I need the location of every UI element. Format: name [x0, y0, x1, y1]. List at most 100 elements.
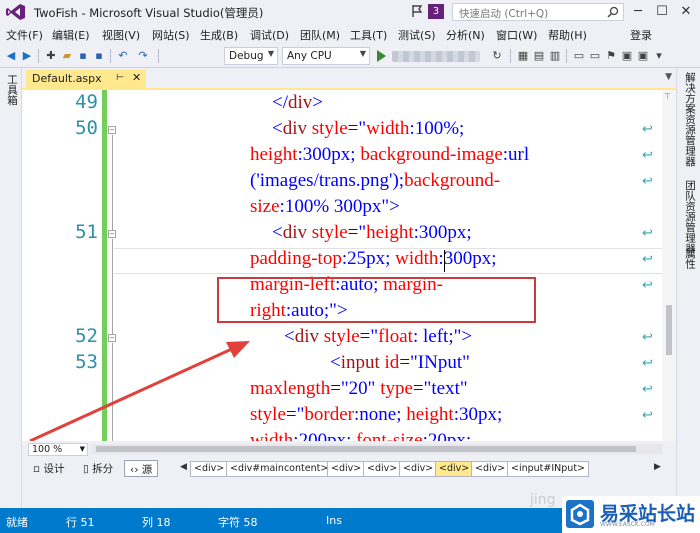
status-column: 列 18	[142, 516, 171, 529]
scroll-thumb[interactable]	[666, 305, 672, 355]
code-editor[interactable]: 49 50 51 52 53 − − − </div> <div style="w…	[22, 90, 676, 441]
breadcrumb-item[interactable]: <div#maincontent>	[226, 461, 333, 477]
view-mode-bar: ▫ 设计 ▯ 拆分 ‹› 源 ◀ <div> <div#maincontent>…	[22, 457, 676, 480]
breadcrumb-item[interactable]: <div>	[471, 461, 510, 477]
toolbar-tool-icon[interactable]: ▥	[548, 49, 562, 63]
scroll-thumb[interactable]	[96, 446, 636, 452]
watermark-faint-text: jing	[530, 492, 556, 508]
new-project-icon[interactable]: ✚	[44, 49, 58, 63]
undo-icon[interactable]: ↶	[116, 49, 130, 63]
save-all-icon[interactable]: ▪	[92, 49, 106, 63]
uncomment-icon[interactable]: ▭	[588, 49, 602, 63]
minimize-icon[interactable]: ─	[628, 3, 648, 21]
horizontal-scrollbar[interactable]	[92, 444, 662, 454]
menu-file[interactable]: 文件(F)	[6, 27, 43, 43]
back-icon[interactable]: ◀	[4, 49, 18, 63]
toolbox-tab[interactable]: 工具箱	[5, 74, 20, 106]
breadcrumb-item[interactable]: <div>	[190, 461, 229, 477]
tab-default-aspx[interactable]: Default.aspx ⊢ ✕	[26, 70, 146, 89]
toolbar-tool-icon[interactable]: ▣	[620, 49, 634, 63]
tab-label: Default.aspx	[32, 72, 102, 85]
design-view-button[interactable]: ▫ 设计	[28, 460, 69, 477]
notification-flag-icon[interactable]	[410, 4, 424, 18]
toolbar-tool-icon[interactable]: ▤	[532, 49, 546, 63]
menu-build[interactable]: 生成(B)	[200, 27, 238, 43]
redo-icon[interactable]: ↷	[136, 49, 150, 63]
site-watermark: 易采站长站 WWW.EASCK.COM	[562, 496, 700, 533]
standard-toolbar: ◀ ▶ ✚ ▰ ▪ ▪ ↶ ↷ Debug ▼ Any CPU ▼ ↻ ▦ ▤ …	[0, 44, 700, 68]
breadcrumb-item[interactable]: <div>	[399, 461, 438, 477]
document-tab-well: Default.aspx ⊢ ✕ ▼	[22, 68, 676, 90]
toolbar-tool-icon[interactable]: ▦	[516, 49, 530, 63]
maximize-icon[interactable]: ☐	[652, 3, 672, 21]
crumb-right-icon[interactable]: ▶	[654, 462, 661, 472]
chevron-down-icon: ▼	[359, 49, 366, 58]
solution-explorer-tab[interactable]: 解决方案资源管理器	[683, 72, 698, 167]
design-label: 设计	[43, 463, 65, 475]
notification-count-badge[interactable]: 3	[428, 4, 444, 19]
watermark-subtext: WWW.EASCK.COM	[600, 521, 655, 528]
menu-help[interactable]: 帮助(H)	[548, 27, 587, 43]
solution-platform-value: Any CPU	[287, 50, 332, 62]
comment-icon[interactable]: ▭	[572, 49, 586, 63]
properties-tab[interactable]: 属性	[683, 248, 698, 269]
close-tab-icon[interactable]: ✕	[132, 71, 141, 84]
zoom-value: 100 %	[32, 444, 63, 455]
split-window-icon[interactable]: ⊤	[664, 92, 671, 101]
breadcrumb-item[interactable]: <div>	[363, 461, 402, 477]
menu-view[interactable]: 视图(V)	[102, 27, 140, 43]
right-tool-strip: 解决方案资源管理器 团队资源管理器 属性	[676, 68, 700, 508]
solution-configuration-dropdown[interactable]: Debug ▼	[224, 47, 278, 65]
chevron-down-icon: ▼	[267, 49, 274, 58]
sign-in-link[interactable]: 登录	[630, 27, 652, 43]
toolbar-tool-icon[interactable]: ▣	[636, 49, 650, 63]
bookmark-icon[interactable]: ⚑	[604, 49, 618, 63]
crumb-left-icon[interactable]: ◀	[180, 462, 187, 472]
split-label: 拆分	[92, 463, 114, 475]
quick-launch-placeholder: 快速启动 (Ctrl+Q)	[459, 8, 549, 20]
source-view-button[interactable]: ‹› 源	[124, 460, 159, 477]
status-insert-mode: Ins	[326, 514, 342, 527]
menu-bar: 文件(F) 编辑(E) 视图(V) 网站(S) 生成(B) 调试(D) 团队(M…	[0, 24, 700, 44]
breadcrumb-item-current[interactable]: <div>	[435, 461, 474, 477]
menu-team[interactable]: 团队(M)	[300, 27, 340, 43]
status-char: 字符 58	[218, 516, 258, 529]
visual-studio-logo-icon	[6, 4, 25, 20]
toolbar-overflow-icon[interactable]: ▾	[652, 49, 666, 63]
menu-website[interactable]: 网站(S)	[152, 27, 190, 43]
status-ready: 就绪	[6, 516, 28, 529]
breadcrumb-item[interactable]: <div>	[327, 461, 366, 477]
menu-debug[interactable]: 调试(D)	[250, 27, 289, 43]
menu-test[interactable]: 测试(S)	[398, 27, 436, 43]
blurred-browser-target[interactable]	[392, 51, 480, 62]
split-view-button[interactable]: ▯ 拆分	[78, 460, 118, 477]
breadcrumb-item[interactable]: <input#INput>	[507, 461, 590, 477]
pin-icon[interactable]: ⊢	[116, 73, 124, 83]
refresh-icon[interactable]: ↻	[490, 49, 504, 63]
watermark-logo-icon	[566, 500, 594, 528]
chevron-down-icon: ▼	[79, 445, 85, 453]
menu-edit[interactable]: 编辑(E)	[52, 27, 90, 43]
forward-icon[interactable]: ▶	[20, 49, 34, 63]
team-explorer-tab[interactable]: 团队资源管理器	[683, 180, 698, 254]
tab-dropdown-icon[interactable]: ▼	[665, 72, 672, 82]
menu-tools[interactable]: 工具(T)	[350, 27, 387, 43]
editor-bottom-bar: 100 % ▼	[22, 441, 676, 457]
menu-analyze[interactable]: 分析(N)	[446, 27, 485, 43]
annotation-arrow	[29, 341, 250, 441]
quick-launch-input[interactable]: 快速启动 (Ctrl+Q)	[452, 3, 624, 21]
title-bar: TwoFish - Microsoft Visual Studio(管理员) 3…	[0, 0, 700, 24]
left-tool-strip: 工具箱	[0, 68, 22, 508]
vertical-scrollbar[interactable]: ⊤	[662, 90, 676, 441]
menu-window[interactable]: 窗口(W)	[496, 27, 537, 43]
zoom-dropdown[interactable]: 100 % ▼	[28, 443, 88, 456]
source-label: 源	[141, 464, 153, 476]
solution-platform-dropdown[interactable]: Any CPU ▼	[282, 47, 370, 65]
close-icon[interactable]: ✕	[676, 3, 696, 21]
open-file-icon[interactable]: ▰	[60, 49, 74, 63]
save-icon[interactable]: ▪	[76, 49, 90, 63]
solution-configuration-value: Debug	[229, 50, 264, 62]
start-debugging-icon[interactable]	[377, 50, 386, 62]
search-icon	[607, 6, 619, 18]
window-title: TwoFish - Microsoft Visual Studio(管理员)	[34, 6, 264, 20]
